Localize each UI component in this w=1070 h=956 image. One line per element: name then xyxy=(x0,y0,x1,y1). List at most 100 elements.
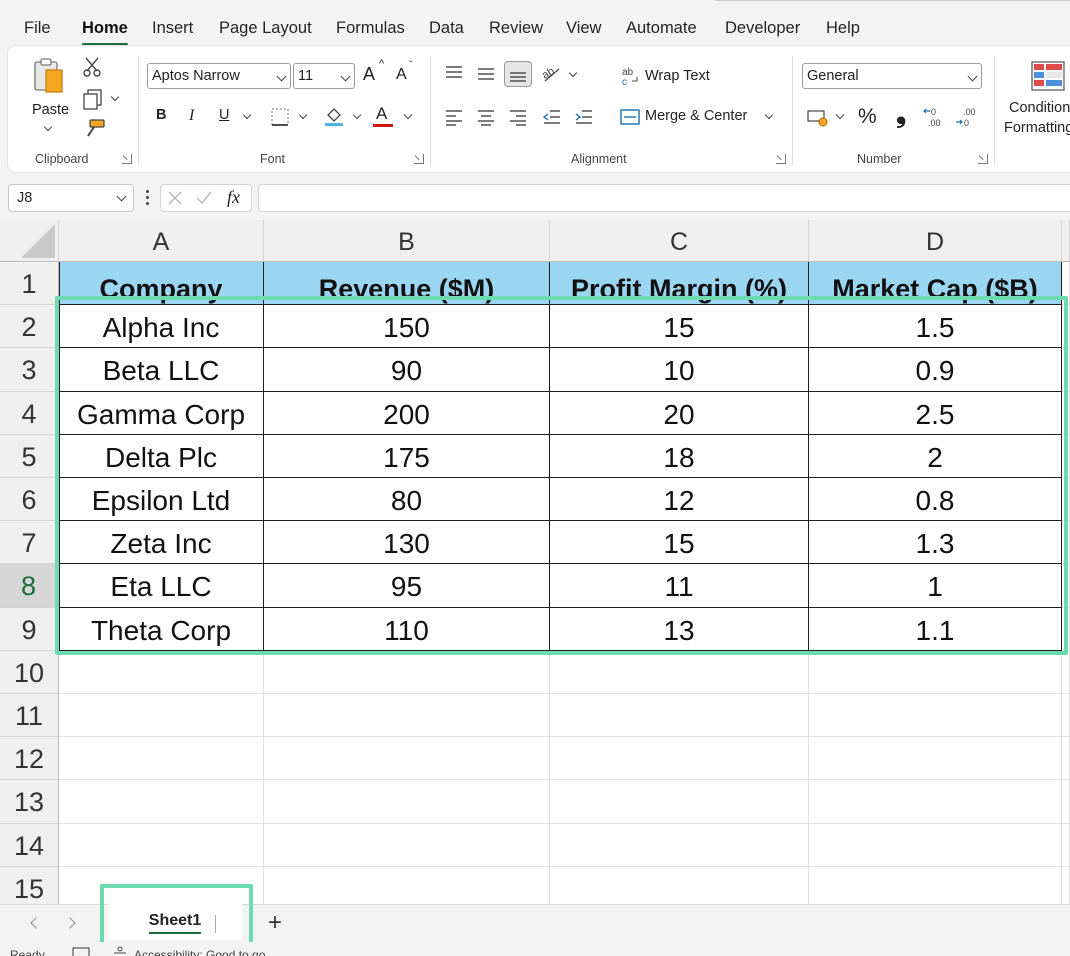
row-header-4[interactable]: 4 xyxy=(0,391,59,435)
conditional-formatting-icon[interactable] xyxy=(1030,60,1068,94)
tab-view[interactable]: View xyxy=(566,19,601,38)
data-cell[interactable]: 11 xyxy=(550,564,809,608)
data-cell[interactable]: 200 xyxy=(264,391,550,435)
status-accessibility[interactable]: Accessibility: Good to go xyxy=(134,948,265,956)
font-color-dropdown-chevron[interactable] xyxy=(403,110,413,120)
cut-icon[interactable] xyxy=(82,56,102,78)
number-launcher-icon[interactable] xyxy=(978,154,988,164)
data-cell[interactable]: 0.9 xyxy=(809,348,1062,392)
conditional-formatting-label-2[interactable]: Formatting xyxy=(1004,120,1070,136)
row-header-13[interactable]: 13 xyxy=(0,780,59,824)
data-cell[interactable]: Epsilon Ltd xyxy=(59,478,264,522)
more-options-icon[interactable] xyxy=(146,190,149,206)
borders-icon[interactable] xyxy=(270,107,290,127)
percent-style-button[interactable]: % xyxy=(858,105,877,129)
data-cell[interactable]: 15 xyxy=(550,521,809,565)
data-cell[interactable]: 13 xyxy=(550,607,809,651)
data-cell[interactable]: 1 xyxy=(809,564,1062,608)
align-left-icon[interactable] xyxy=(444,108,464,126)
empty-cell[interactable] xyxy=(550,650,809,694)
data-cell[interactable]: Theta Corp xyxy=(59,607,264,651)
italic-button[interactable]: I xyxy=(189,107,194,125)
sheet-tab-sheet1[interactable]: Sheet1 xyxy=(108,904,242,940)
empty-cell[interactable] xyxy=(59,866,264,904)
data-cell[interactable]: 0.8 xyxy=(809,478,1062,522)
font-name-dropdown[interactable]: Aptos Narrow xyxy=(147,63,291,89)
empty-cell[interactable] xyxy=(59,694,264,738)
orientation-icon[interactable]: ab xyxy=(541,63,563,83)
empty-cell[interactable] xyxy=(1062,866,1070,904)
select-all-button[interactable] xyxy=(0,220,59,262)
row-header-1[interactable]: 1 xyxy=(0,262,59,306)
borders-dropdown-chevron[interactable] xyxy=(298,110,308,120)
paste-icon[interactable] xyxy=(32,56,66,96)
empty-cell[interactable] xyxy=(264,823,550,867)
column-header-d[interactable]: D xyxy=(809,220,1062,262)
bottom-align-button[interactable] xyxy=(504,61,532,87)
tab-data[interactable]: Data xyxy=(429,19,464,38)
empty-cell[interactable] xyxy=(809,694,1062,738)
row-header-7[interactable]: 7 xyxy=(0,521,59,565)
row-header-5[interactable]: 5 xyxy=(0,434,59,478)
row-header-10[interactable]: 10 xyxy=(0,650,59,694)
font-color-button[interactable]: A xyxy=(376,104,387,124)
header-cell[interactable]: Market Cap ($B) xyxy=(809,262,1062,306)
tab-insert[interactable]: Insert xyxy=(152,19,193,38)
merge-dropdown-chevron[interactable] xyxy=(764,110,774,120)
data-cell[interactable]: 110 xyxy=(264,607,550,651)
next-sheet-icon[interactable] xyxy=(64,917,76,929)
empty-cell[interactable] xyxy=(59,780,264,824)
empty-cell[interactable] xyxy=(59,650,264,694)
data-cell[interactable]: 95 xyxy=(264,564,550,608)
data-cell[interactable]: Beta LLC xyxy=(59,348,264,392)
align-right-icon[interactable] xyxy=(508,108,528,126)
empty-cell[interactable] xyxy=(264,737,550,781)
underline-dropdown-chevron[interactable] xyxy=(242,110,252,120)
data-cell[interactable]: Alpha Inc xyxy=(59,305,264,349)
accounting-format-icon[interactable] xyxy=(806,108,830,128)
empty-cell[interactable] xyxy=(1062,607,1070,651)
cancel-icon[interactable] xyxy=(167,190,183,206)
data-cell[interactable]: 175 xyxy=(264,434,550,478)
row-header-3[interactable]: 3 xyxy=(0,348,59,392)
empty-cell[interactable] xyxy=(550,694,809,738)
data-cell[interactable]: 10 xyxy=(550,348,809,392)
tab-automate[interactable]: Automate xyxy=(626,19,697,38)
insert-function-button[interactable]: fx xyxy=(227,187,240,208)
clipboard-launcher-icon[interactable] xyxy=(122,154,132,164)
empty-cell[interactable] xyxy=(1062,391,1070,435)
empty-cell[interactable] xyxy=(264,866,550,904)
empty-cell[interactable] xyxy=(809,823,1062,867)
empty-cell[interactable] xyxy=(1062,348,1070,392)
row-header-2[interactable]: 2 xyxy=(0,305,59,349)
row-header-15[interactable]: 15 xyxy=(0,866,59,904)
data-cell[interactable]: 12 xyxy=(550,478,809,522)
increase-decimal-icon[interactable]: 0.00 xyxy=(922,105,946,129)
column-header-b[interactable]: B xyxy=(264,220,550,262)
empty-cell[interactable] xyxy=(1062,780,1070,824)
header-cell[interactable]: Revenue ($M) xyxy=(264,262,550,306)
column-header-next[interactable] xyxy=(1062,220,1070,262)
data-cell[interactable]: Gamma Corp xyxy=(59,391,264,435)
empty-cell[interactable] xyxy=(550,823,809,867)
decrease-decimal-icon[interactable]: .000 xyxy=(954,105,978,129)
fill-color-dropdown-chevron[interactable] xyxy=(352,110,362,120)
row-header-14[interactable]: 14 xyxy=(0,823,59,867)
increase-font-size-button[interactable]: A xyxy=(363,64,375,85)
tab-formulas[interactable]: Formulas xyxy=(336,19,405,38)
column-header-c[interactable]: C xyxy=(550,220,809,262)
data-cell[interactable]: Delta Plc xyxy=(59,434,264,478)
paste-dropdown-chevron[interactable] xyxy=(43,122,53,132)
empty-cell[interactable] xyxy=(809,866,1062,904)
accounting-dropdown-chevron[interactable] xyxy=(835,110,845,120)
empty-cell[interactable] xyxy=(1062,305,1070,349)
data-cell[interactable]: 1.3 xyxy=(809,521,1062,565)
empty-cell[interactable] xyxy=(550,866,809,904)
tab-home[interactable]: Home xyxy=(82,19,128,46)
decrease-indent-icon[interactable] xyxy=(542,108,562,126)
data-cell[interactable]: 2 xyxy=(809,434,1062,478)
data-cell[interactable]: Eta LLC xyxy=(59,564,264,608)
increase-indent-icon[interactable] xyxy=(574,108,594,126)
wrap-text-button[interactable]: Wrap Text xyxy=(645,68,710,84)
conditional-formatting-label-1[interactable]: Condition xyxy=(1009,100,1070,116)
